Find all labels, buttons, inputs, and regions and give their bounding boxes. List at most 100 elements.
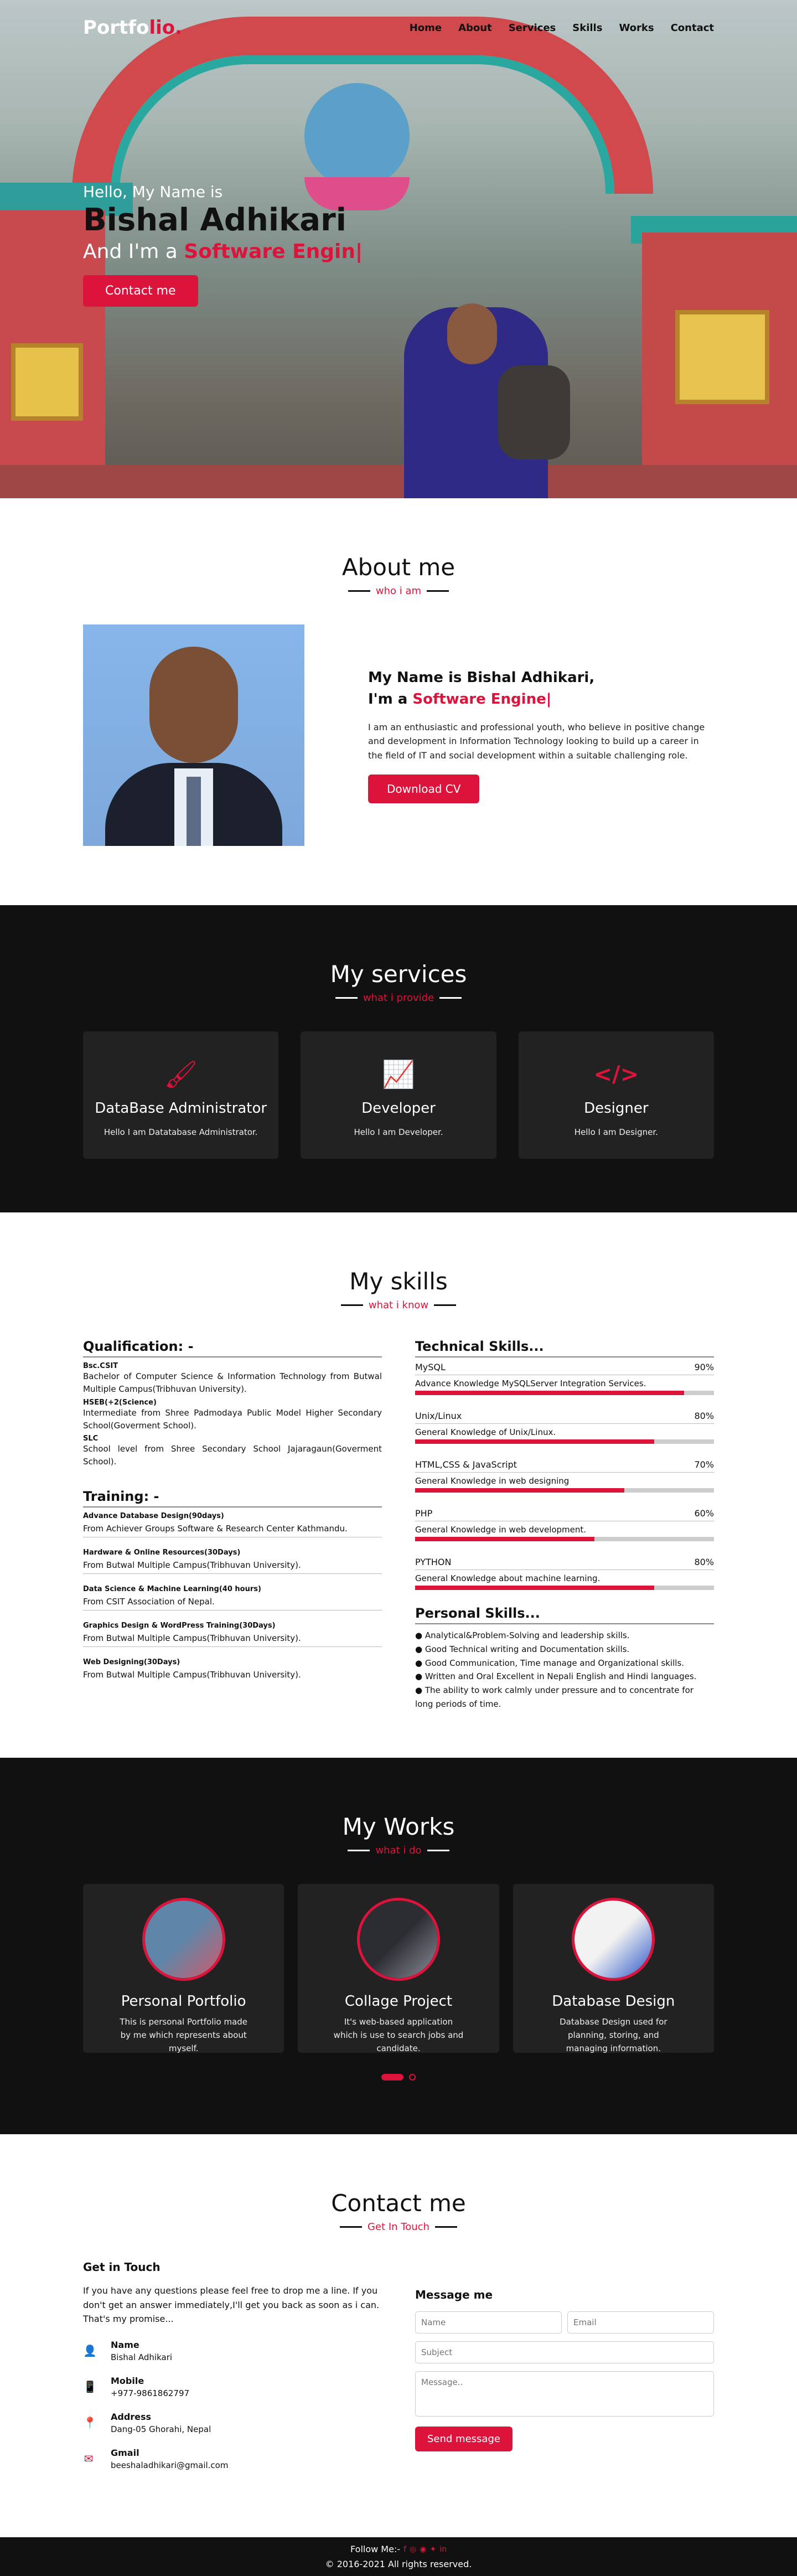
skill-name: Unix/Linux <box>415 1411 462 1421</box>
instagram-icon[interactable]: ◎ <box>410 2545 416 2554</box>
subject-input[interactable] <box>415 2341 714 2363</box>
skill-desc: General Knowledge of Unix/Linux. <box>415 1427 556 1437</box>
envelope-icon: ✉ <box>84 2451 94 2465</box>
skill-name: PHP <box>415 1508 433 1519</box>
works-carousel: Personal Portfolio This is personal Port… <box>83 1884 714 2053</box>
list-item: ● Written and Oral Excellent in Nepali E… <box>415 1671 697 1682</box>
about-paragraph: I am an enthusiastic and professional yo… <box>368 721 705 761</box>
nav-link-home[interactable]: Home <box>410 22 442 34</box>
info-title: Gmail <box>111 2447 139 2458</box>
download-cv-button[interactable]: Download CV <box>368 775 480 804</box>
hero-contact-button[interactable]: Contact me <box>83 275 198 307</box>
get-in-touch-heading: Get in Touch <box>83 2260 161 2274</box>
about-section: About me who i am My Name is Bishal Adhi… <box>0 498 797 905</box>
nav-link-contact[interactable]: Contact <box>671 22 714 34</box>
info-title: Mobile <box>111 2375 144 2386</box>
skill-desc: General Knowledge in web development. <box>415 1525 587 1535</box>
qualification-title: HSEB(+2(Science) <box>83 1398 157 1407</box>
contact-name: 👤 Name Bishal Adhikari <box>83 2340 382 2362</box>
work-desc: It's web-based application which is use … <box>333 2017 464 2053</box>
work-title: Collage Project <box>344 1993 453 2010</box>
name-input[interactable] <box>415 2311 562 2334</box>
work-card-database-design[interactable]: Database Design Database Design used for… <box>513 1884 714 2053</box>
facebook-icon[interactable]: f <box>403 2545 406 2554</box>
twitter-icon[interactable]: ✦ <box>429 2545 436 2554</box>
training-title: Web Designing(30Days) <box>83 1658 180 1666</box>
hero-text: Hello, My Name is Bishal Adhikari And I'… <box>83 183 363 307</box>
qualification-item: Bsc.CSIT Bachelor of Computer Science & … <box>83 1362 382 1396</box>
nav-link-about[interactable]: About <box>458 22 492 34</box>
info-value: Dang-05 Ghorahi, Nepal <box>111 2424 211 2434</box>
skill-bar-mysql: MySQL 90% Advance Knowledge MySQLServer I… <box>415 1362 714 1395</box>
service-card-dba[interactable]: 🖌 DataBase Administrator Hello I am Data… <box>83 1031 279 1159</box>
skills-title: My skills <box>349 1268 448 1295</box>
qualification-desc: Intermediate from Shree Padmodaya Public… <box>83 1407 382 1431</box>
hero-bg-panel-right <box>675 310 769 404</box>
message-me-heading: Message me <box>415 2288 493 2301</box>
skill-percent: 90% <box>694 1362 714 1372</box>
skill-name: PYTHON <box>415 1557 452 1567</box>
service-desc: Hello I am Developer. <box>354 1127 443 1137</box>
skill-bar-python: PYTHON 80% General Knowledge about machin… <box>415 1557 714 1590</box>
about-text: My Name is Bishal Adhikari, I'm a Softwar… <box>368 667 714 804</box>
copyright: © 2016-2021 All rights reserved. <box>325 2559 472 2569</box>
progress-fill <box>415 1391 684 1395</box>
services-title-block: My services what i provide <box>83 961 714 1004</box>
list-item: ● Good Technical writing and Documentati… <box>415 1644 630 1654</box>
about-heading-typed: Software Engine| <box>412 690 552 708</box>
nav-link-services[interactable]: Services <box>509 22 556 34</box>
services-subtitle: what i provide <box>335 992 462 1004</box>
email-input[interactable] <box>567 2311 714 2334</box>
linkedin-icon[interactable]: in <box>439 2545 447 2554</box>
carousel-dot[interactable] <box>409 2074 416 2081</box>
logo[interactable]: Portfolio. <box>83 17 182 39</box>
nav-link-works[interactable]: Works <box>619 22 654 34</box>
training-desc: From CSIT Association of Nepal. <box>83 1596 215 1607</box>
hero-name: Bishal Adhikari <box>83 202 346 238</box>
thumbnail-image <box>359 1901 437 1978</box>
skill-desc: General Knowledge about machine learning… <box>415 1573 601 1583</box>
services-section: My services what i provide 🖌 DataBase Ad… <box>0 905 797 1212</box>
hero-bg-statue <box>304 83 410 188</box>
works-section: My Works what i do Personal Portfolio Th… <box>0 1758 797 2134</box>
skill-percent: 80% <box>694 1411 714 1421</box>
training-desc: From Butwal Multiple Campus(Tribhuvan Un… <box>83 1633 301 1643</box>
message-textarea[interactable] <box>415 2371 714 2417</box>
qualification-title: Bsc.CSIT <box>83 1362 118 1370</box>
personal-skills-list: ● Analytical&Problem-Solving and leaders… <box>415 1629 714 1711</box>
work-thumbnail <box>572 1898 655 1981</box>
carousel-dot-active[interactable] <box>381 2074 403 2081</box>
skills-subtitle: what i know <box>341 1299 456 1311</box>
progress-bar <box>415 1586 714 1590</box>
list-item: ● The ability to work calmly under press… <box>415 1685 694 1709</box>
qualification-title: SLC <box>83 1434 99 1443</box>
about-subtitle: who i am <box>348 585 449 597</box>
service-card-developer[interactable]: 📈 Developer Hello I am Developer. <box>301 1031 496 1159</box>
map-marker-icon: 📍 <box>83 2415 97 2429</box>
qualification-desc: School level from Shree Secondary School… <box>83 1444 382 1467</box>
training-heading: Training: - <box>83 1489 382 1508</box>
github-icon[interactable]: ◉ <box>420 2545 426 2554</box>
skill-percent: 70% <box>694 1459 714 1470</box>
training-item: Graphics Design & WordPress Training(30D… <box>83 1622 382 1647</box>
about-title: About me <box>341 554 456 581</box>
service-card-designer[interactable]: </> Designer Hello I am Designer. <box>518 1031 714 1159</box>
follow-label: Follow Me:- <box>350 2544 401 2554</box>
about-heading: My Name is Bishal Adhikari, I'm a Softwar… <box>368 667 714 710</box>
hero-bg-panel-left <box>11 343 83 421</box>
about-heading-line1: My Name is Bishal Adhikari, <box>368 669 595 686</box>
nav-link-skills[interactable]: Skills <box>572 22 602 34</box>
photo-face <box>149 647 238 763</box>
send-message-button[interactable]: Send message <box>415 2427 513 2451</box>
info-value: Bishal Adhikari <box>111 2352 173 2362</box>
training-desc: From Achiever Groups Software & Research… <box>83 1523 348 1534</box>
work-card-portfolio[interactable]: Personal Portfolio This is personal Port… <box>83 1884 284 2053</box>
info-title: Address <box>111 2411 152 2422</box>
work-card-collage-project[interactable]: Collage Project It's web-based applicati… <box>298 1884 499 2053</box>
skills-title-block: My skills what i know <box>83 1268 714 1311</box>
hero-bg-coat <box>498 365 570 460</box>
works-subtitle: what i do <box>348 1845 449 1856</box>
service-title: Developer <box>361 1100 436 1117</box>
list-item: ● Analytical&Problem-Solving and leaders… <box>415 1630 630 1640</box>
service-desc: Hello I am Datatabase Administrator. <box>103 1127 258 1137</box>
